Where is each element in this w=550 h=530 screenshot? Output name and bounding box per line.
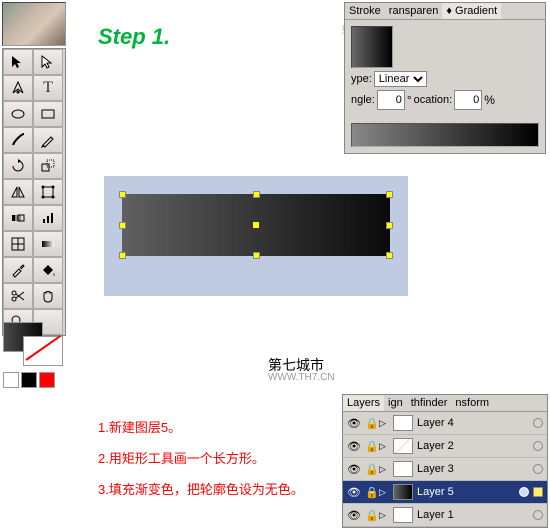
location-input[interactable] (454, 90, 482, 110)
scale-tool[interactable] (33, 153, 63, 179)
instruction-3: 3.填充渐变色，把轮廓色设为无色。 (98, 474, 304, 505)
stroke-swatch-none[interactable] (23, 336, 63, 366)
layers-tabs[interactable]: Layers ign thfinder nsform (343, 395, 547, 412)
layers-list: 👁🔒▷Layer 4 👁🔒▷Layer 2 👁🔒▷Layer 3 👁🔒▷Laye… (343, 412, 547, 527)
tab-align[interactable]: ign (384, 395, 407, 411)
paintbrush-tool[interactable] (3, 127, 33, 153)
type-tool[interactable]: T (33, 75, 63, 101)
document-thumbnail (2, 2, 66, 46)
gradient-panel[interactable]: Stroke ransparen ♦ Gradient ype: Linear … (344, 2, 546, 154)
visibility-icon[interactable]: 👁 (347, 417, 361, 430)
gradient-panel-tabs[interactable]: Stroke ransparen ♦ Gradient (345, 3, 545, 20)
handle-top-right[interactable] (386, 191, 393, 198)
selection-tool[interactable] (3, 49, 33, 75)
tab-pathfinder[interactable]: thfinder (407, 395, 452, 411)
scissors-tool[interactable] (3, 283, 33, 309)
angle-label: ngle: (351, 94, 375, 106)
pen-tool[interactable] (3, 75, 33, 101)
angle-input[interactable] (377, 90, 405, 110)
reflect-tool[interactable] (3, 179, 33, 205)
rotate-tool[interactable] (3, 153, 33, 179)
tab-transform[interactable]: nsform (451, 395, 493, 411)
paint-bucket-tool[interactable] (33, 257, 63, 283)
mesh-tool[interactable] (3, 231, 33, 257)
layers-panel[interactable]: Layers ign thfinder nsform 👁🔒▷Layer 4 👁🔒… (342, 394, 548, 528)
rectangle-tool[interactable] (33, 101, 63, 127)
tab-transparency[interactable]: ransparen (385, 3, 443, 19)
artboard[interactable] (104, 176, 408, 296)
layer-row[interactable]: 👁🔒▷Layer 3 (343, 458, 547, 481)
handle-mid-right[interactable] (386, 222, 393, 229)
graph-tool[interactable] (33, 205, 63, 231)
free-transform-tool[interactable] (33, 179, 63, 205)
toolbox: T (2, 48, 66, 336)
instruction-2: 2.用矩形工具画一个长方形。 (98, 443, 304, 474)
layer-row[interactable]: 👁🔒▷Layer 1 (343, 504, 547, 527)
gradient-type-select[interactable]: Linear (374, 71, 427, 87)
handle-top-mid[interactable] (253, 191, 260, 198)
visibility-icon[interactable]: 👁 (347, 440, 361, 453)
tab-gradient[interactable]: ♦ Gradient (442, 3, 501, 19)
mini-swatches[interactable] (3, 372, 55, 388)
gradient-ramp[interactable] (351, 123, 539, 147)
gradient-tool[interactable] (33, 231, 63, 257)
location-unit: % (484, 93, 495, 107)
step-heading: Step 1. (98, 24, 170, 50)
type-label: ype: (351, 73, 372, 85)
visibility-icon[interactable]: 👁 (347, 463, 361, 476)
layer-row[interactable]: 👁🔒▷Layer 4 (343, 412, 547, 435)
tab-layers[interactable]: Layers (343, 395, 384, 411)
angle-unit: ° (407, 93, 412, 107)
visibility-icon[interactable]: 👁 (347, 486, 361, 499)
handle-bot-right[interactable] (386, 252, 393, 259)
pencil-tool[interactable] (33, 127, 63, 153)
instructions: 1.新建图层5。 2.用矩形工具画一个长方形。 3.填充渐变色，把轮廓色设为无色… (98, 412, 304, 506)
eyedropper-tool[interactable] (3, 257, 33, 283)
center-point[interactable] (253, 222, 259, 228)
location-label: ocation: (414, 94, 453, 106)
instruction-1: 1.新建图层5。 (98, 412, 304, 443)
visibility-icon[interactable]: 👁 (347, 509, 361, 522)
direct-select-tool[interactable] (33, 49, 63, 75)
ellipse-tool[interactable] (3, 101, 33, 127)
gradient-rectangle[interactable] (122, 194, 390, 256)
layer-row-selected[interactable]: 👁🔒▷Layer 5 (343, 481, 547, 504)
tab-stroke[interactable]: Stroke (345, 3, 385, 19)
handle-mid-left[interactable] (119, 222, 126, 229)
gradient-preview (351, 26, 393, 68)
hand-tool[interactable] (33, 283, 63, 309)
blend-tool[interactable] (3, 205, 33, 231)
credit-label: WWW.TH7.CN (268, 372, 335, 383)
layer-row[interactable]: 👁🔒▷Layer 2 (343, 435, 547, 458)
handle-bot-mid[interactable] (253, 252, 260, 259)
handle-bot-left[interactable] (119, 252, 126, 259)
handle-top-left[interactable] (119, 191, 126, 198)
